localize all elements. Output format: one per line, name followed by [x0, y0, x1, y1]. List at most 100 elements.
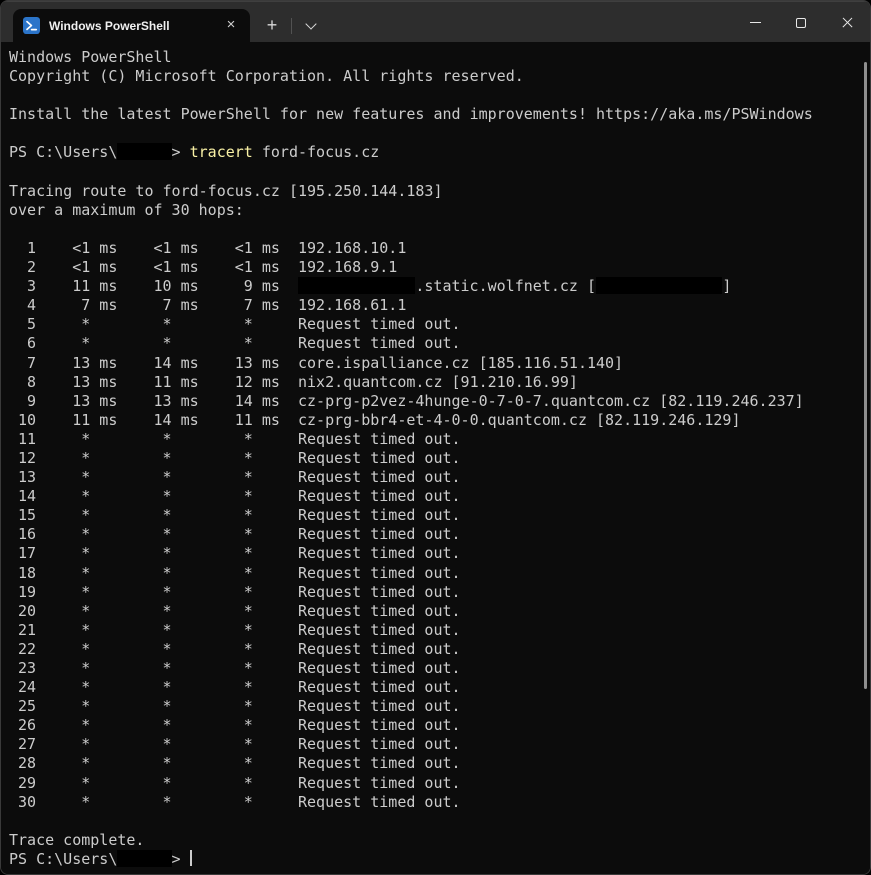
terminal-line: 2 <1 ms <1 ms <1 ms 192.168.9.1 — [9, 258, 870, 277]
terminal-line — [9, 124, 870, 143]
terminal-line: Tracing route to ford-focus.cz [195.250.… — [9, 182, 870, 201]
minimize-icon — [750, 22, 761, 23]
terminal-line: 6 * * * Request timed out. — [9, 334, 870, 353]
terminal-text: ford-focus.cz — [253, 143, 379, 161]
terminal-line: 12 * * * Request timed out. — [9, 449, 870, 468]
terminal-text: PS C:\Users\ — [9, 143, 117, 161]
terminal-text: Windows PowerShell — [9, 48, 172, 66]
terminal-line: 14 * * * Request timed out. — [9, 487, 870, 506]
terminal-text: 12 * * * Request timed out. — [9, 449, 461, 467]
terminal-line: 22 * * * Request timed out. — [9, 640, 870, 659]
powershell-icon — [23, 17, 40, 34]
title-bar[interactable]: Windows PowerShell × + — [1, 1, 870, 42]
terminal-text: 25 * * * Request timed out. — [9, 697, 461, 715]
terminal-text: 3 11 ms 10 ms 9 ms — [9, 277, 298, 295]
close-icon — [841, 16, 854, 29]
terminal-text: Install the latest PowerShell for new fe… — [9, 105, 813, 123]
terminal-text: 19 * * * Request timed out. — [9, 583, 461, 601]
terminal-line: 19 * * * Request timed out. — [9, 583, 870, 602]
terminal-line: 17 * * * Request timed out. — [9, 544, 870, 563]
terminal-text: 4 7 ms 7 ms 7 ms 192.168.61.1 — [9, 296, 406, 314]
tab-dropdown-button[interactable] — [295, 9, 327, 42]
terminal-text: Tracing route to ford-focus.cz [195.250.… — [9, 182, 442, 200]
terminal-line: 26 * * * Request timed out. — [9, 716, 870, 735]
terminal-text: 8 13 ms 11 ms 12 ms nix2.quantcom.cz [91… — [9, 373, 578, 391]
terminal-line: 20 * * * Request timed out. — [9, 602, 870, 621]
terminal-line: 9 13 ms 13 ms 14 ms cz-prg-p2vez-4hunge-… — [9, 392, 870, 411]
terminal-text: 2 <1 ms <1 ms <1 ms 192.168.9.1 — [9, 258, 397, 276]
close-button[interactable] — [824, 2, 870, 43]
terminal-text: ] — [722, 277, 731, 295]
terminal-output[interactable]: Windows PowerShellCopyright (C) Microsof… — [1, 42, 870, 874]
terminal-text: tracert — [190, 143, 253, 161]
terminal-text: 26 * * * Request timed out. — [9, 716, 461, 734]
tab-windows-powershell[interactable]: Windows PowerShell × — [13, 9, 250, 42]
terminal-window: Windows PowerShell × + Windows PowerShel… — [0, 0, 871, 875]
terminal-line: 11 * * * Request timed out. — [9, 430, 870, 449]
titlebar-separator — [291, 18, 292, 34]
terminal-line: 10 11 ms 14 ms 11 ms cz-prg-bbr4-et-4-0-… — [9, 411, 870, 430]
terminal-line: Windows PowerShell — [9, 48, 870, 67]
terminal-text: 22 * * * Request timed out. — [9, 640, 461, 658]
terminal-line: 8 13 ms 11 ms 12 ms nix2.quantcom.cz [91… — [9, 373, 870, 392]
terminal-line: over a maximum of 30 hops: — [9, 201, 870, 220]
terminal-line: 25 * * * Request timed out. — [9, 697, 870, 716]
terminal-text: 28 * * * Request timed out. — [9, 754, 461, 772]
terminal-text: 13 * * * Request timed out. — [9, 468, 461, 486]
terminal-text: 27 * * * Request timed out. — [9, 735, 461, 753]
terminal-line: 3 11 ms 10 ms 9 ms .static.wolfnet.cz [] — [9, 277, 870, 296]
terminal-line: 4 7 ms 7 ms 7 ms 192.168.61.1 — [9, 296, 870, 315]
terminal-text: over a maximum of 30 hops: — [9, 201, 244, 219]
chevron-down-icon — [305, 18, 316, 29]
minimize-button[interactable] — [732, 2, 778, 43]
terminal-text: 17 * * * Request timed out. — [9, 544, 461, 562]
terminal-text: 24 * * * Request timed out. — [9, 678, 461, 696]
terminal-text: 20 * * * Request timed out. — [9, 602, 461, 620]
terminal-text: > — [172, 850, 190, 868]
terminal-text: 30 * * * Request timed out. — [9, 793, 461, 811]
redaction-box — [596, 277, 722, 294]
terminal-line: PS C:\Users\ > — [9, 850, 870, 869]
terminal-line — [9, 86, 870, 105]
terminal-line: 7 13 ms 14 ms 13 ms core.ispalliance.cz … — [9, 354, 870, 373]
terminal-line: 5 * * * Request timed out. — [9, 315, 870, 334]
terminal-text: 15 * * * Request timed out. — [9, 506, 461, 524]
terminal-line: 16 * * * Request timed out. — [9, 525, 870, 544]
terminal-text: 29 * * * Request timed out. — [9, 774, 461, 792]
terminal-text: 5 * * * Request timed out. — [9, 315, 461, 333]
terminal-line: 21 * * * Request timed out. — [9, 621, 870, 640]
terminal-text: 11 * * * Request timed out. — [9, 430, 461, 448]
new-tab-button[interactable]: + — [256, 9, 288, 42]
terminal-line — [9, 163, 870, 182]
terminal-text: 14 * * * Request timed out. — [9, 487, 461, 505]
terminal-text: .static.wolfnet.cz [ — [415, 277, 596, 295]
terminal-line: 29 * * * Request timed out. — [9, 774, 870, 793]
terminal-line: Copyright (C) Microsoft Corporation. All… — [9, 67, 870, 86]
terminal-text: 6 * * * Request timed out. — [9, 334, 461, 352]
maximize-button[interactable] — [778, 2, 824, 43]
terminal-text: Copyright (C) Microsoft Corporation. All… — [9, 67, 524, 85]
terminal-line: Trace complete. — [9, 831, 870, 850]
scrollbar-thumb[interactable] — [864, 62, 867, 689]
tab-title: Windows PowerShell — [49, 19, 222, 33]
terminal-line — [9, 812, 870, 831]
terminal-line: 13 * * * Request timed out. — [9, 468, 870, 487]
maximize-icon — [796, 18, 806, 28]
terminal-text: 10 11 ms 14 ms 11 ms cz-prg-bbr4-et-4-0-… — [9, 411, 741, 429]
redaction-box — [117, 143, 171, 160]
terminal-text: 18 * * * Request timed out. — [9, 564, 461, 582]
terminal-line: 15 * * * Request timed out. — [9, 506, 870, 525]
terminal-text: 1 <1 ms <1 ms <1 ms 192.168.10.1 — [9, 239, 406, 257]
terminal-line: 23 * * * Request timed out. — [9, 659, 870, 678]
terminal-line: 30 * * * Request timed out. — [9, 793, 870, 812]
terminal-text: 9 13 ms 13 ms 14 ms cz-prg-p2vez-4hunge-… — [9, 392, 804, 410]
tab-close-icon[interactable]: × — [222, 17, 240, 35]
terminal-line: Install the latest PowerShell for new fe… — [9, 105, 870, 124]
terminal-line: 18 * * * Request timed out. — [9, 564, 870, 583]
terminal-text: PS C:\Users\ — [9, 850, 117, 868]
terminal-text: 16 * * * Request timed out. — [9, 525, 461, 543]
terminal-text: > — [172, 143, 190, 161]
terminal-text: 23 * * * Request timed out. — [9, 659, 461, 677]
terminal-text: 7 13 ms 14 ms 13 ms core.ispalliance.cz … — [9, 354, 623, 372]
terminal-text: 21 * * * Request timed out. — [9, 621, 461, 639]
